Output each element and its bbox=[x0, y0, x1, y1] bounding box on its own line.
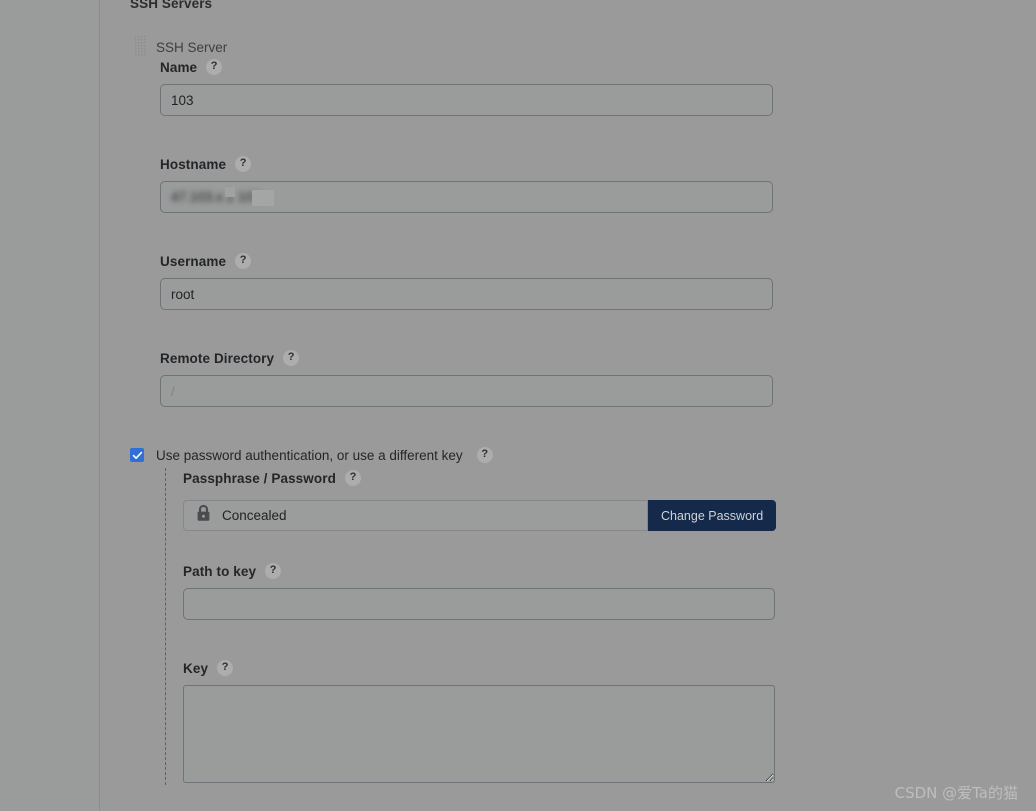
field-key-label-row: Key ? bbox=[183, 660, 775, 676]
lock-icon bbox=[196, 504, 211, 527]
hostname-value: 47.103.x.1 103 bbox=[171, 189, 261, 205]
password-auth-checkbox[interactable] bbox=[130, 448, 144, 462]
field-passphrase: Passphrase / Password ? bbox=[183, 470, 361, 495]
username-input[interactable] bbox=[160, 278, 773, 310]
ssh-server-item-label: SSH Server bbox=[156, 39, 228, 55]
password-auth-checkbox-row[interactable]: Use password authentication, or use a di… bbox=[130, 447, 493, 463]
field-path-to-key-label: Path to key bbox=[183, 563, 257, 579]
field-remote-directory-label: Remote Directory bbox=[160, 350, 275, 366]
field-name-label-row: Name ? bbox=[160, 59, 773, 75]
hostname-redaction-block bbox=[252, 190, 274, 206]
field-remote-directory: Remote Directory ? bbox=[160, 350, 773, 407]
settings-content: SSH Servers SSH Server Name ? 103 Hostna… bbox=[101, 0, 1036, 811]
hostname-input[interactable]: 47.103.x.1 103 bbox=[160, 181, 773, 213]
drag-dots-icon[interactable] bbox=[135, 36, 146, 58]
field-path-to-key-label-row: Path to key ? bbox=[183, 563, 775, 579]
field-hostname: Hostname ? 47.103.x.1 103 bbox=[160, 156, 773, 213]
field-hostname-label: Hostname bbox=[160, 156, 227, 172]
password-auth-checkbox-label: Use password authentication, or use a di… bbox=[156, 447, 463, 463]
key-textarea[interactable] bbox=[183, 685, 775, 783]
nesting-guide bbox=[165, 468, 166, 785]
help-icon[interactable]: ? bbox=[265, 563, 282, 579]
ssh-server-item[interactable]: SSH Server bbox=[135, 36, 227, 58]
field-username-label: Username bbox=[160, 253, 227, 269]
settings-page: SSH Servers SSH Server Name ? 103 Hostna… bbox=[0, 0, 1036, 811]
help-icon[interactable]: ? bbox=[217, 660, 234, 676]
help-icon[interactable]: ? bbox=[206, 59, 223, 75]
change-password-button[interactable]: Change Password bbox=[648, 500, 777, 531]
help-icon[interactable]: ? bbox=[476, 447, 493, 463]
name-input[interactable] bbox=[160, 84, 773, 116]
left-gutter bbox=[0, 0, 100, 811]
help-icon[interactable]: ? bbox=[235, 253, 252, 269]
path-to-key-input[interactable] bbox=[183, 588, 775, 620]
remote-directory-input[interactable] bbox=[160, 375, 773, 407]
field-username: Username ? bbox=[160, 253, 773, 310]
field-passphrase-label: Passphrase / Password bbox=[183, 470, 336, 486]
hostname-redaction-patch bbox=[225, 187, 235, 197]
field-name: Name ? bbox=[160, 59, 773, 116]
help-icon[interactable]: ? bbox=[344, 470, 361, 486]
page-title: SSH Servers bbox=[130, 0, 213, 11]
check-icon bbox=[132, 451, 142, 459]
help-icon[interactable]: ? bbox=[235, 156, 252, 172]
field-hostname-label-row: Hostname ? bbox=[160, 156, 773, 172]
field-username-label-row: Username ? bbox=[160, 253, 773, 269]
field-key: Key ? bbox=[183, 660, 775, 783]
passphrase-control-group: Concealed Change Password bbox=[183, 500, 777, 531]
help-icon[interactable]: ? bbox=[283, 350, 300, 366]
field-remote-directory-label-row: Remote Directory ? bbox=[160, 350, 773, 366]
field-path-to-key: Path to key ? bbox=[183, 563, 775, 620]
field-name-label: Name bbox=[160, 59, 198, 75]
field-key-label: Key bbox=[183, 660, 209, 676]
passphrase-value: Concealed bbox=[222, 508, 287, 523]
field-passphrase-label-row: Passphrase / Password ? bbox=[183, 470, 361, 486]
passphrase-input[interactable]: Concealed bbox=[183, 500, 648, 531]
